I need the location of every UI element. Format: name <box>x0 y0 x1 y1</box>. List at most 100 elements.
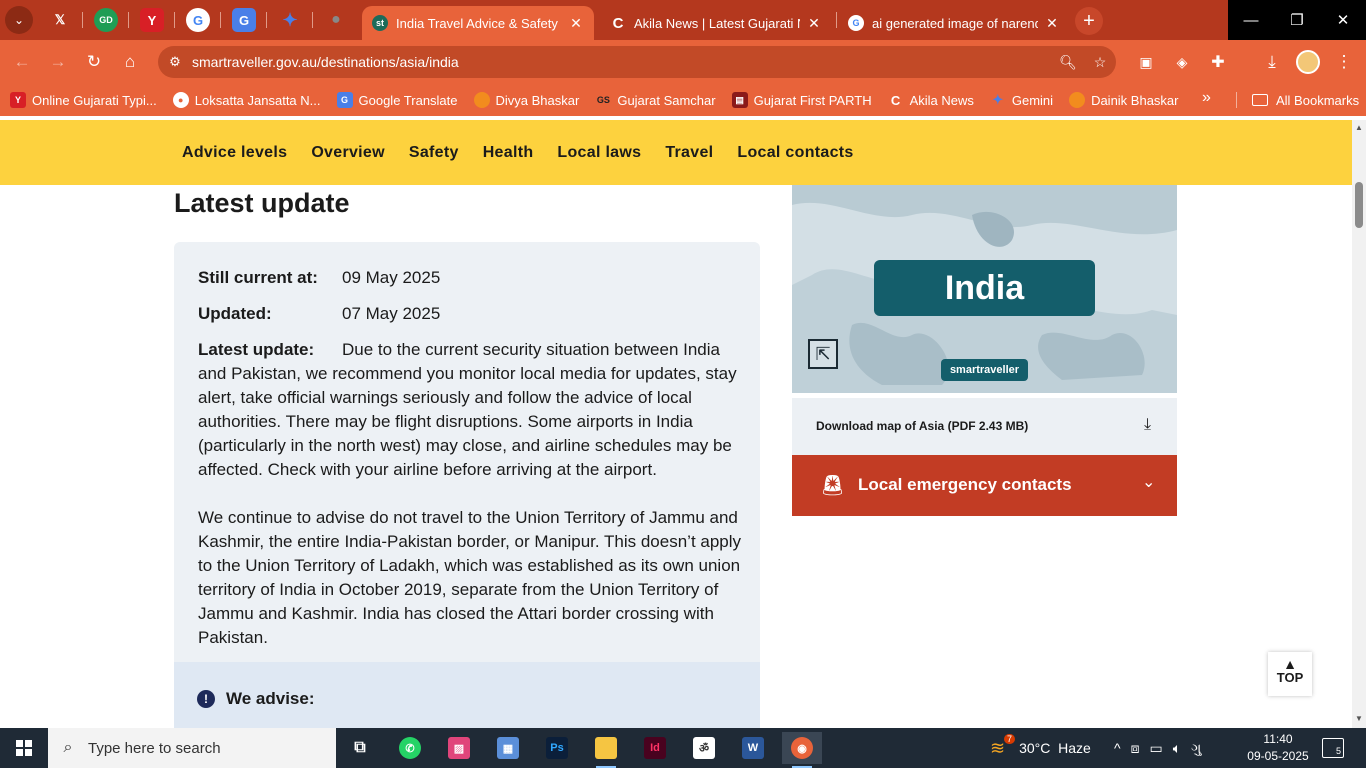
updated-label: Updated: <box>198 304 272 323</box>
network-icon[interactable]: ▭ <box>1149 740 1162 757</box>
pinned-tab-akila[interactable]: Y <box>140 8 164 32</box>
taskbar-search-box[interactable]: ⌕ Type here to search <box>48 728 336 768</box>
tab-india-travel[interactable]: st India Travel Advice & Safety | Sm ✕ <box>362 6 594 40</box>
bookmark-item[interactable]: G Google Translate <box>336 92 458 108</box>
bookmark-item[interactable]: ▤ Gujarat First PARTH <box>731 92 872 108</box>
input-language-icon[interactable]: ગુ <box>1191 740 1201 757</box>
taskbar-clock[interactable]: 11:40 09-05-2025 <box>1246 731 1310 765</box>
download-icon: ⤓ <box>1268 52 1276 71</box>
nav-advice-levels[interactable]: Advice levels <box>182 144 287 162</box>
pinned-tab-gujarati[interactable]: GD <box>94 8 118 32</box>
tab-ai-image[interactable]: G ai generated image of narendra ✕ <box>838 6 1070 40</box>
scroll-down-icon[interactable]: ▼ <box>1355 714 1363 723</box>
chrome-menu-button[interactable]: ⋮ <box>1330 48 1358 76</box>
search-icon: ⌕ <box>63 739 73 756</box>
chrome-app[interactable]: ◉ <box>782 732 822 768</box>
photos-app[interactable]: ▦ <box>488 732 528 764</box>
bookmark-item[interactable]: C Akila News <box>888 92 974 108</box>
weather-widget[interactable]: ≋ 7 30°C Haze <box>990 728 1091 768</box>
close-tab-icon[interactable]: ✕ <box>568 15 584 32</box>
page-scrollbar[interactable]: ▲ ▼ <box>1352 120 1366 728</box>
bookmark-item[interactable]: ✦ Gemini <box>990 92 1053 108</box>
screencast-button[interactable]: ▣ <box>1132 48 1160 76</box>
pinned-tab-gemini[interactable]: ✦ <box>278 8 302 32</box>
scrollbar-thumb[interactable] <box>1355 182 1363 228</box>
reload-icon: ↻ <box>86 52 102 71</box>
download-map-link[interactable]: Download map of Asia (PDF 2.43 MB) ⤓ <box>792 398 1177 455</box>
tab-strip: ⌄ 𝕏 GD Y G G ✦ ● st India Travel Advice … <box>0 0 1366 40</box>
pinned-tab-x[interactable]: 𝕏 <box>48 8 72 32</box>
tab-akila-news[interactable]: C Akila News | Latest Gujarati New ✕ <box>600 6 832 40</box>
nav-local-laws[interactable]: Local laws <box>557 144 641 162</box>
tab-search-button[interactable]: ⌄ <box>5 6 33 34</box>
asia-map-image[interactable]: India smartraveller ⇱ <box>792 185 1177 393</box>
bookmark-favicon-icon: ✦ <box>992 92 1004 107</box>
home-button[interactable]: ⌂ <box>116 48 144 76</box>
bookmark-star-icon[interactable]: ☆ <box>1084 54 1116 71</box>
bookmark-item[interactable]: GS Gujarat Samchar <box>595 92 716 108</box>
tab-title: ai generated image of narendra <box>872 15 1038 31</box>
file-explorer-app[interactable] <box>586 732 626 768</box>
reload-button[interactable]: ↻ <box>80 48 108 76</box>
volume-muted-icon[interactable]: 🔈︎ <box>1173 740 1181 757</box>
close-tab-icon[interactable]: ✕ <box>806 15 822 32</box>
zoom-icon[interactable]: 🔍︎ <box>1052 54 1084 71</box>
profile-avatar[interactable] <box>1296 50 1320 74</box>
bookmark-item[interactable]: Divya Bhaskar <box>473 92 579 108</box>
plus-icon: + <box>1083 9 1095 32</box>
forward-button[interactable]: → <box>44 48 72 76</box>
expand-image-icon[interactable]: ⇱ <box>808 339 838 369</box>
arrow-left-icon: ← <box>13 52 31 71</box>
pinned-tab-google[interactable]: G <box>186 8 210 32</box>
minimize-button[interactable]: — <box>1228 0 1274 40</box>
nav-local-contacts[interactable]: Local contacts <box>737 144 853 162</box>
pinned-tab-translate[interactable]: G <box>232 8 256 32</box>
more-bookmarks-chevron-icon[interactable]: » <box>1202 89 1211 107</box>
we-advise-box: ! We advise: <box>174 662 760 728</box>
clock-time: 11:40 <box>1263 732 1293 746</box>
extensions-menu-button[interactable]: ✚ <box>1204 48 1232 76</box>
restore-button[interactable]: ❐ <box>1274 0 1320 40</box>
still-current-row: Still current at: 09 May 2025 <box>198 268 440 288</box>
latest-update-heading: Latest update <box>174 188 350 218</box>
start-button[interactable] <box>0 728 48 768</box>
bookmark-item[interactable]: Dainik Bhaskar <box>1069 92 1179 108</box>
tab-title: Akila News | Latest Gujarati New <box>634 15 800 31</box>
weather-haze-icon: ≋ <box>990 737 1006 758</box>
tray-app-icon[interactable]: ⧈ <box>1131 740 1140 757</box>
nav-health[interactable]: Health <box>483 144 534 162</box>
bookmark-item[interactable]: Y Online Gujarati Typi... <box>10 92 157 108</box>
word-app[interactable]: W <box>733 732 773 764</box>
whatsapp-app[interactable]: ✆ <box>390 732 430 764</box>
section-nav: Advice levels Overview Safety Health Loc… <box>0 120 1352 185</box>
address-bar[interactable]: ⚙ smartraveller.gov.au/destinations/asia… <box>158 46 1116 78</box>
bookmark-favicon-icon: Y <box>10 92 26 108</box>
bookmark-item[interactable]: ● Loksatta Jansatta N... <box>172 92 321 108</box>
chevron-up-icon[interactable]: ^ <box>1114 740 1121 756</box>
close-tab-icon[interactable]: ✕ <box>1044 15 1060 32</box>
site-info-icon[interactable]: ⚙ <box>158 54 192 70</box>
bookmarks-divider <box>1236 92 1237 108</box>
tab-title: India Travel Advice & Safety | Sm <box>396 15 562 31</box>
task-view-button[interactable]: ⧉ <box>340 732 380 764</box>
back-to-top-button[interactable]: ▲ TOP <box>1268 652 1312 696</box>
back-button[interactable]: ← <box>8 48 36 76</box>
photoshop-app[interactable]: Ps <box>537 732 577 764</box>
downloads-button[interactable]: ⤓ <box>1258 48 1286 76</box>
photo-app[interactable]: ▨ <box>439 732 479 764</box>
close-window-button[interactable]: ✕ <box>1320 0 1366 40</box>
indesign-app[interactable]: Id <box>635 732 675 764</box>
local-emergency-contacts-accordion[interactable]: 🚨︎ Local emergency contacts ⌄ <box>792 455 1177 516</box>
download-map-label: Download map of Asia (PDF 2.43 MB) <box>816 419 1029 433</box>
om-app[interactable]: ॐ <box>684 732 724 764</box>
pinned-tab-globe[interactable]: ● <box>324 8 348 32</box>
all-bookmarks-button[interactable]: All Bookmarks <box>1252 84 1359 116</box>
nav-travel[interactable]: Travel <box>665 144 713 162</box>
new-tab-button[interactable]: + <box>1075 7 1103 35</box>
notification-center-icon[interactable]: 5 <box>1322 738 1344 758</box>
extension-button[interactable]: ◈ <box>1168 48 1196 76</box>
nav-safety[interactable]: Safety <box>409 144 459 162</box>
top-label: TOP <box>1276 670 1304 685</box>
nav-overview[interactable]: Overview <box>311 144 385 162</box>
scroll-up-icon[interactable]: ▲ <box>1355 123 1363 132</box>
